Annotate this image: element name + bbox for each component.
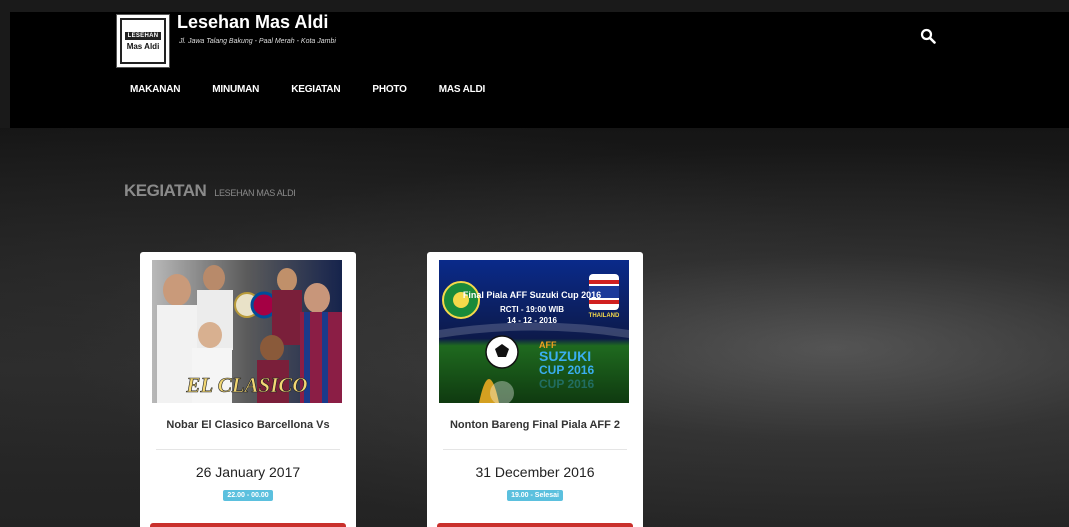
event-detail-button[interactable] (437, 523, 633, 527)
logo-frame: LESEHAN Mas Aldi (120, 18, 166, 64)
event-time-wrap: 22.00 - 00.00 (152, 484, 344, 502)
event-time-badge: 22.00 - 00.00 (223, 490, 273, 501)
page-title: KEGIATAN (124, 181, 207, 200)
event-card: EL CLASICO Nobar El Clasico Barcellona V… (140, 252, 356, 527)
event-date: 31 December 2016 (475, 464, 595, 480)
card-divider (443, 449, 627, 450)
svg-text:SUZUKI: SUZUKI (539, 348, 591, 364)
site-logo[interactable]: LESEHAN Mas Aldi (116, 14, 170, 68)
svg-text:14 - 12 - 2016: 14 - 12 - 2016 (507, 316, 557, 325)
site-title[interactable]: Lesehan Mas Aldi (177, 12, 328, 33)
site-address: Jl. Jawa Talang Bakung - Paal Merah - Ko… (179, 38, 336, 45)
nav-item-minuman[interactable]: MINUMAN (212, 84, 259, 95)
event-card: THAILAND Final Piala AFF Suzuki Cup 2016… (427, 252, 643, 527)
main-nav: MAKANAN MINUMAN KEGIATAN PHOTO MAS ALDI (130, 84, 517, 95)
nav-item-makanan[interactable]: MAKANAN (130, 84, 180, 95)
event-title[interactable]: Nobar El Clasico Barcellona Vs (152, 419, 344, 431)
svg-text:RCTI - 19:00 WIB: RCTI - 19:00 WIB (500, 305, 564, 314)
event-time-badge: 19.00 - Selesai (507, 490, 563, 501)
nav-item-mas-aldi[interactable]: MAS ALDI (439, 84, 486, 95)
logo-top-text: LESEHAN (124, 31, 162, 40)
event-time-wrap: 19.00 - Selesai (439, 484, 631, 502)
page-subtitle: LESEHAN MAS ALDI (214, 188, 296, 198)
svg-text:Final Piala AFF Suzuki Cup 201: Final Piala AFF Suzuki Cup 2016 (463, 290, 601, 300)
svg-text:CUP 2016: CUP 2016 (539, 377, 594, 391)
logo-bottom-text: Mas Aldi (126, 41, 160, 51)
event-title[interactable]: Nonton Bareng Final Piala AFF 2 (439, 419, 631, 431)
nav-item-kegiatan[interactable]: KEGIATAN (291, 84, 340, 95)
search-icon[interactable] (920, 28, 936, 44)
svg-text:EL CLASICO: EL CLASICO (185, 373, 307, 397)
card-divider (156, 449, 340, 450)
svg-text:THAILAND: THAILAND (589, 313, 620, 319)
nav-item-photo[interactable]: PHOTO (372, 84, 407, 95)
event-date: 26 January 2017 (195, 464, 301, 480)
event-detail-button[interactable] (150, 523, 346, 527)
svg-text:CUP 2016: CUP 2016 (539, 363, 594, 377)
page-heading: KEGIATAN LESEHAN MAS ALDI (124, 181, 296, 201)
event-image-el-clasico[interactable]: EL CLASICO (152, 260, 342, 403)
event-image-aff-final[interactable]: THAILAND Final Piala AFF Suzuki Cup 2016… (439, 260, 629, 403)
